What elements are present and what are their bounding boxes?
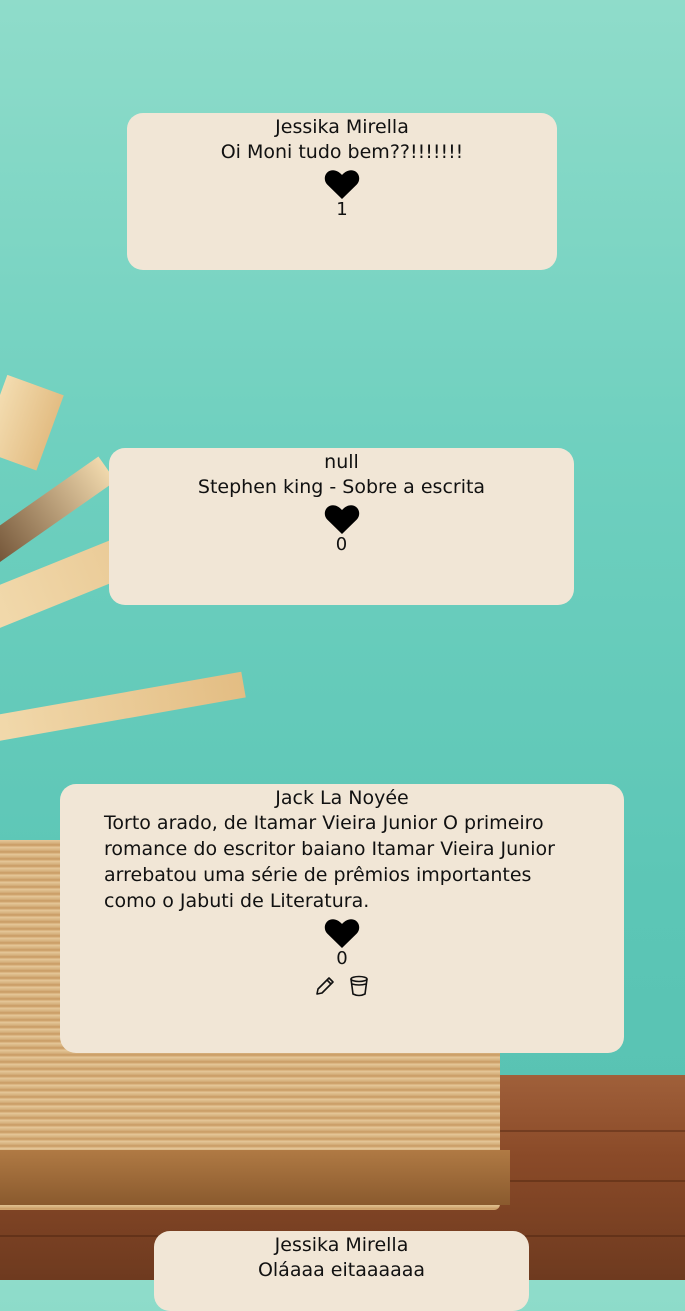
post-card: Jessika Mirella Oláaaa eitaaaaaa bbox=[154, 1231, 529, 1311]
post-card: Jessika Mirella Oi Moni tudo bem??!!!!!!… bbox=[127, 113, 557, 270]
heart-icon[interactable] bbox=[324, 918, 360, 948]
post-author: null bbox=[324, 451, 359, 473]
book-page bbox=[0, 374, 64, 471]
trash-icon[interactable] bbox=[347, 974, 371, 998]
book-cover bbox=[0, 1150, 510, 1205]
post-card: Jack La Noyée Torto arado, de Itamar Vie… bbox=[60, 784, 624, 1053]
post-card: null Stephen king - Sobre a escrita 0 bbox=[109, 448, 574, 605]
like-count: 0 bbox=[336, 948, 348, 969]
post-content: Torto arado, de Itamar Vieira Junior O p… bbox=[104, 812, 555, 912]
pencil-icon[interactable] bbox=[313, 974, 337, 998]
heart-icon[interactable] bbox=[324, 504, 360, 534]
post-author: Jack La Noyée bbox=[275, 787, 409, 809]
heart-icon[interactable] bbox=[324, 169, 360, 199]
like-count: 1 bbox=[336, 199, 348, 220]
post-content: Stephen king - Sobre a escrita bbox=[197, 476, 486, 498]
post-content: Oi Moni tudo bem??!!!!!!! bbox=[220, 141, 464, 163]
post-content: Oláaaa eitaaaaaa bbox=[257, 1259, 426, 1281]
book-page bbox=[0, 671, 246, 746]
post-author: Jessika Mirella bbox=[275, 116, 409, 138]
like-count: 0 bbox=[335, 534, 348, 555]
post-author: Jessika Mirella bbox=[274, 1234, 409, 1256]
post-actions bbox=[60, 974, 624, 998]
